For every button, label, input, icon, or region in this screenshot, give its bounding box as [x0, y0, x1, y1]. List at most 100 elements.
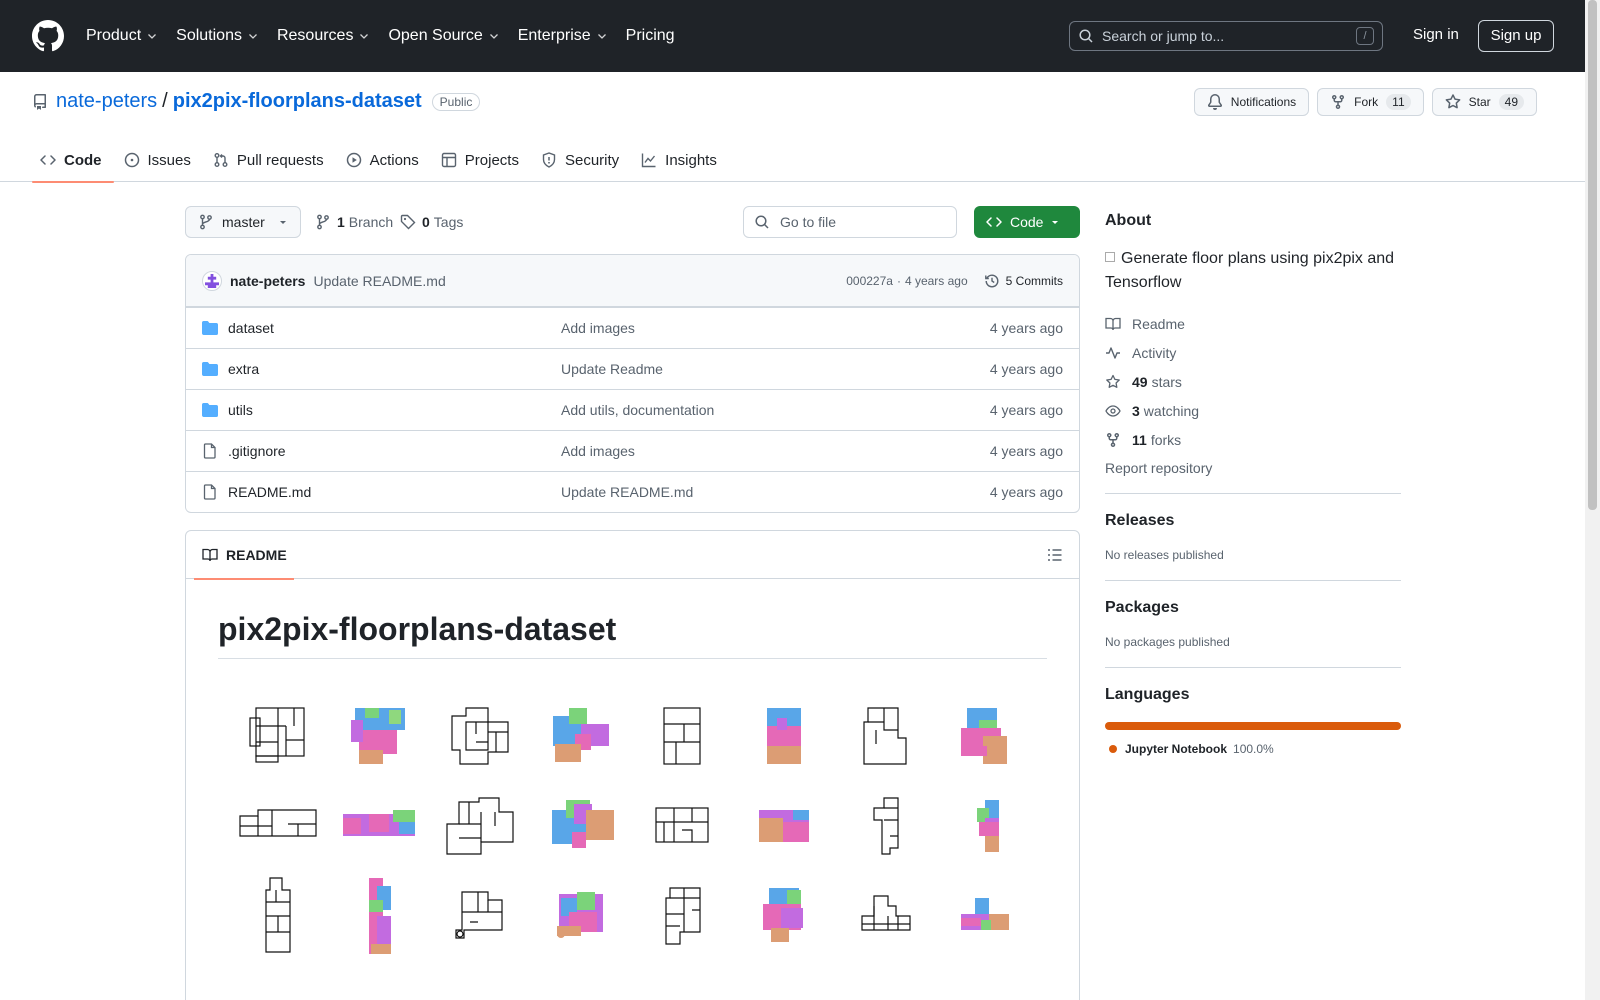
graph-icon: [641, 153, 656, 168]
file-name[interactable]: .gitignore: [228, 443, 561, 459]
github-logo-icon[interactable]: [32, 20, 64, 52]
repo-name-link[interactable]: pix2pix-floorplans-dataset: [173, 90, 422, 113]
nav-resources[interactable]: Resources: [277, 27, 370, 45]
floorplan-segmentation-image: [935, 691, 1035, 781]
file-row[interactable]: .gitignore Add images 4 years ago: [186, 430, 1079, 471]
repo-owner-link[interactable]: nate-peters: [56, 90, 157, 113]
watchers-link[interactable]: 3 watching: [1105, 396, 1401, 425]
tab-issues[interactable]: Issues: [116, 138, 203, 182]
file-row[interactable]: extra Update Readme 4 years ago: [186, 348, 1079, 389]
about-description: Generate floor plans using pix2pix and T…: [1105, 247, 1401, 295]
readme-body: pix2pix-floorplans-dataset: [186, 579, 1079, 993]
file-commit-message[interactable]: Add utils, documentation: [561, 402, 714, 418]
nav-enterprise[interactable]: Enterprise: [518, 27, 608, 45]
global-search-input[interactable]: Search or jump to... /: [1069, 21, 1383, 51]
tab-pull-requests[interactable]: Pull requests: [205, 138, 336, 182]
floorplan-image-grid: [228, 691, 1047, 961]
readme-link[interactable]: Readme: [1105, 309, 1401, 338]
activity-link[interactable]: Activity: [1105, 338, 1401, 367]
file-row[interactable]: README.md Update README.md 4 years ago: [186, 471, 1079, 512]
notifications-label: Notifications: [1230, 95, 1297, 109]
branches-link[interactable]: 1 Branch: [315, 214, 393, 230]
fork-icon: [1107, 432, 1119, 447]
file-commit-message[interactable]: Update README.md: [561, 484, 693, 500]
file-commit-message[interactable]: Add images: [561, 443, 635, 459]
chevron-down-icon: [360, 34, 369, 39]
tab-code-label: Code: [64, 151, 102, 169]
star-icon: [1445, 94, 1461, 109]
tags-link[interactable]: 0 Tags: [400, 214, 463, 230]
folder-icon: [202, 403, 218, 417]
branch-selector[interactable]: master: [185, 206, 301, 238]
floorplan-segmentation-image: [329, 871, 429, 961]
page-scrollbar[interactable]: [1585, 0, 1600, 1000]
file-commit-message[interactable]: Update Readme: [561, 361, 663, 377]
language-item[interactable]: Jupyter Notebook 100.0%: [1105, 742, 1401, 756]
search-icon: [1079, 29, 1093, 43]
releases-title[interactable]: Releases: [1105, 512, 1401, 530]
fork-icon: [1332, 95, 1345, 110]
nav-product[interactable]: Product: [86, 27, 158, 45]
fork-button[interactable]: Fork 11: [1317, 88, 1424, 116]
file-name[interactable]: utils: [228, 402, 561, 418]
fork-label: Fork: [1354, 95, 1379, 109]
search-icon: [755, 215, 769, 229]
tab-actions[interactable]: Actions: [338, 138, 431, 182]
code-button-label: Code: [1010, 214, 1044, 230]
floorplan-outline-image: [834, 781, 934, 871]
floorplan-segmentation-image: [733, 871, 833, 961]
fork-count: 11: [1386, 94, 1411, 110]
watchers-count: 3: [1132, 402, 1140, 419]
file-date: 4 years ago: [989, 484, 1063, 500]
floorplan-segmentation-image: [531, 781, 631, 871]
commit-hash[interactable]: 000227a: [846, 274, 893, 288]
avatar[interactable]: [202, 270, 222, 291]
tab-pull-requests-label: Pull requests: [236, 151, 324, 169]
sign-in-link[interactable]: Sign in: [1413, 26, 1459, 43]
tag-count-label: Tags: [433, 214, 464, 230]
tab-security[interactable]: Security: [533, 138, 631, 182]
commit-meta-dot: ·: [896, 274, 901, 288]
tab-security-label: Security: [564, 151, 620, 169]
file-name[interactable]: dataset: [228, 320, 561, 336]
languages-section: Languages Jupyter Notebook 100.0%: [1105, 667, 1401, 756]
commits-link[interactable]: 5 Commits: [984, 273, 1063, 289]
forks-link[interactable]: 11 forks: [1105, 425, 1401, 454]
nav-open-source[interactable]: Open Source: [388, 27, 499, 45]
code-dropdown-button[interactable]: Code: [974, 206, 1080, 238]
file-commit-message[interactable]: Add images: [561, 320, 635, 336]
packages-title[interactable]: Packages: [1105, 599, 1401, 617]
star-button[interactable]: Star 49: [1431, 88, 1537, 116]
nav-solutions[interactable]: Solutions: [176, 27, 259, 45]
stars-link[interactable]: 49 stars: [1105, 367, 1401, 396]
commit-time: 4 years ago: [904, 274, 968, 288]
global-header: Product Solutions Resources Open Source …: [0, 0, 1585, 72]
file-row[interactable]: utils Add utils, documentation 4 years a…: [186, 389, 1079, 430]
chevron-down-icon: [597, 34, 606, 39]
go-to-file-input[interactable]: Go to file: [743, 206, 957, 238]
scrollbar-thumb[interactable]: [1588, 0, 1597, 510]
floorplan-outline-image: [228, 871, 328, 961]
repo-breadcrumb: nate-peters / pix2pix-floorplans-dataset…: [32, 90, 481, 113]
table-icon: [441, 152, 456, 168]
sign-up-button[interactable]: Sign up: [1478, 20, 1554, 52]
tab-insights[interactable]: Insights: [633, 138, 729, 182]
file-name[interactable]: extra: [228, 361, 561, 377]
table-of-contents-button[interactable]: [1039, 539, 1071, 571]
star-label: Star: [1468, 95, 1491, 109]
book-icon: [202, 548, 218, 561]
commit-message[interactable]: Update README.md: [313, 273, 445, 289]
report-repository-link[interactable]: Report repository: [1105, 454, 1401, 483]
commit-author[interactable]: nate-peters: [230, 273, 305, 289]
file-icon: [203, 484, 216, 500]
readme-tab[interactable]: README: [194, 531, 294, 580]
notifications-button[interactable]: Notifications: [1193, 88, 1310, 116]
watchers-label: watching: [1143, 402, 1200, 419]
tab-projects[interactable]: Projects: [433, 138, 531, 182]
main-content: master 1 Branch 0 Tags Go to file Code n…: [185, 206, 1080, 1000]
tab-code[interactable]: Code: [32, 138, 114, 183]
file-name[interactable]: README.md: [228, 484, 561, 500]
file-row[interactable]: dataset Add images 4 years ago: [186, 307, 1079, 348]
nav-pricing[interactable]: Pricing: [626, 27, 675, 45]
packages-section: Packages No packages published: [1105, 580, 1401, 657]
